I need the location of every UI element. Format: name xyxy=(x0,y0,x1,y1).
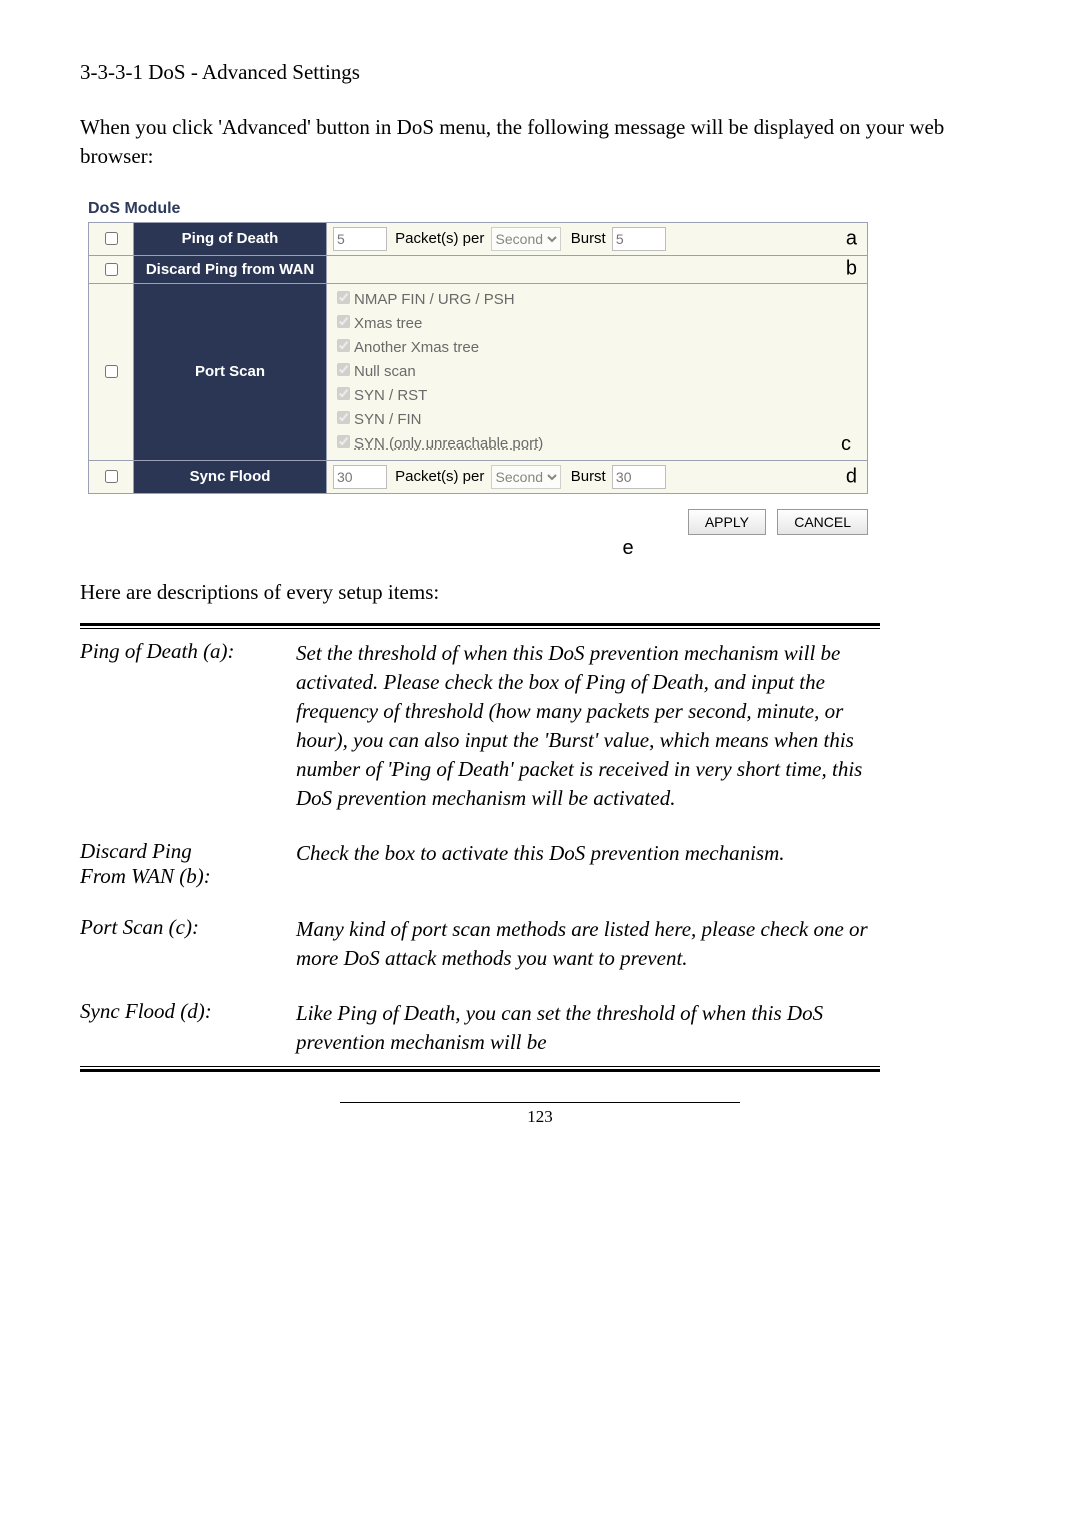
items-table: Ping of Death (a): Set the threshold of … xyxy=(80,623,880,1073)
sync-flood-label: Sync Flood xyxy=(134,460,327,493)
port-scan-option: SYN / FIN xyxy=(333,408,861,432)
dos-table: Ping of Death Packet(s) per Second Burst… xyxy=(88,222,868,494)
port-scan-option-checkbox[interactable] xyxy=(337,411,350,424)
port-scan-option-label: Null scan xyxy=(354,363,416,380)
item-row-ping-of-death: Ping of Death (a): Set the threshold of … xyxy=(80,639,880,813)
item-row-port-scan: Port Scan (c): Many kind of port scan me… xyxy=(80,915,880,973)
port-scan-option-label: Another Xmas tree xyxy=(354,339,479,356)
item-label: Discard Ping From WAN (b): xyxy=(80,839,296,889)
port-scan-option-checkbox[interactable] xyxy=(337,339,350,352)
item-label: Ping of Death (a): xyxy=(80,639,296,813)
ping-of-death-value-input[interactable] xyxy=(333,227,387,251)
item-desc: Like Ping of Death, you can set the thre… xyxy=(296,999,880,1057)
port-scan-option: SYN / RST xyxy=(333,384,861,408)
letter-c: c xyxy=(841,433,851,456)
item-row-discard-ping: Discard Ping From WAN (b): Check the box… xyxy=(80,839,880,889)
port-scan-option-label: Xmas tree xyxy=(354,315,422,332)
apply-button[interactable]: APPLY xyxy=(688,509,766,535)
row-discard-ping: Discard Ping from WAN b xyxy=(89,255,868,283)
port-scan-option-checkbox[interactable] xyxy=(337,435,350,448)
sync-flood-value-input[interactable] xyxy=(333,465,387,489)
port-scan-option-label: NMAP FIN / URG / PSH xyxy=(354,291,515,308)
discard-ping-checkbox[interactable] xyxy=(105,263,118,276)
discard-ping-label: Discard Ping from WAN xyxy=(134,255,327,283)
port-scan-option-checkbox[interactable] xyxy=(337,363,350,376)
sync-flood-content: Packet(s) per Second Burst d xyxy=(327,460,868,493)
sync-flood-checkbox[interactable] xyxy=(105,470,118,483)
port-scan-content: NMAP FIN / URG / PSH Xmas tree Another X… xyxy=(327,283,868,460)
row-sync-flood: Sync Flood Packet(s) per Second Burst d xyxy=(89,460,868,493)
discard-ping-content: b xyxy=(327,255,868,283)
ping-of-death-unit-select[interactable]: Second xyxy=(491,227,561,251)
letter-d: d xyxy=(846,465,857,488)
sync-flood-burst-input[interactable] xyxy=(612,465,666,489)
ping-of-death-checkbox[interactable] xyxy=(105,232,118,245)
item-desc: Many kind of port scan methods are liste… xyxy=(296,915,880,973)
sync-flood-packets-label: Packet(s) per xyxy=(395,468,484,485)
item-label: Sync Flood (d): xyxy=(80,999,296,1057)
port-scan-option-label: SYN (only unreachable port) xyxy=(354,435,543,452)
letter-a: a xyxy=(846,227,857,250)
port-scan-option-checkbox[interactable] xyxy=(337,291,350,304)
item-row-sync-flood: Sync Flood (d): Like Ping of Death, you … xyxy=(80,999,880,1057)
port-scan-option: Another Xmas tree xyxy=(333,336,861,360)
sync-flood-unit-select[interactable]: Second xyxy=(491,465,561,489)
dos-module-panel: DoS Module Ping of Death Packet(s) per S… xyxy=(80,200,1000,560)
description-intro: Here are descriptions of every setup ite… xyxy=(80,580,1000,605)
item-desc: Set the threshold of when this DoS preve… xyxy=(296,639,880,813)
section-heading: 3-3-3-1 DoS - Advanced Settings xyxy=(80,60,1000,85)
item-label: Port Scan (c): xyxy=(80,915,296,973)
ping-of-death-burst-label: Burst xyxy=(571,230,606,247)
page-number: 123 xyxy=(340,1102,740,1127)
port-scan-option-label: SYN / FIN xyxy=(354,411,422,428)
letter-b: b xyxy=(846,258,857,281)
port-scan-option-label: SYN / RST xyxy=(354,387,427,404)
intro-paragraph: When you click 'Advanced' button in DoS … xyxy=(80,113,1000,172)
row-port-scan: Port Scan NMAP FIN / URG / PSH Xmas tree… xyxy=(89,283,868,460)
ping-of-death-burst-input[interactable] xyxy=(612,227,666,251)
port-scan-option: Null scan xyxy=(333,360,861,384)
port-scan-option: Xmas tree xyxy=(333,312,861,336)
port-scan-checkbox[interactable] xyxy=(105,365,118,378)
sync-flood-burst-label: Burst xyxy=(571,468,606,485)
port-scan-option-checkbox[interactable] xyxy=(337,315,350,328)
port-scan-option: SYN (only unreachable port) xyxy=(333,432,543,456)
letter-e: e xyxy=(88,537,868,560)
cancel-button[interactable]: CANCEL xyxy=(777,509,868,535)
ping-of-death-label: Ping of Death xyxy=(134,222,327,255)
port-scan-option: NMAP FIN / URG / PSH xyxy=(333,288,861,312)
ping-of-death-content: Packet(s) per Second Burst a xyxy=(327,222,868,255)
ping-of-death-packets-label: Packet(s) per xyxy=(395,230,484,247)
button-row: APPLY CANCEL xyxy=(88,508,868,535)
row-ping-of-death: Ping of Death Packet(s) per Second Burst… xyxy=(89,222,868,255)
item-desc: Check the box to activate this DoS preve… xyxy=(296,839,880,889)
port-scan-label: Port Scan xyxy=(134,283,327,460)
module-title: DoS Module xyxy=(80,200,1000,218)
port-scan-option-checkbox[interactable] xyxy=(337,387,350,400)
